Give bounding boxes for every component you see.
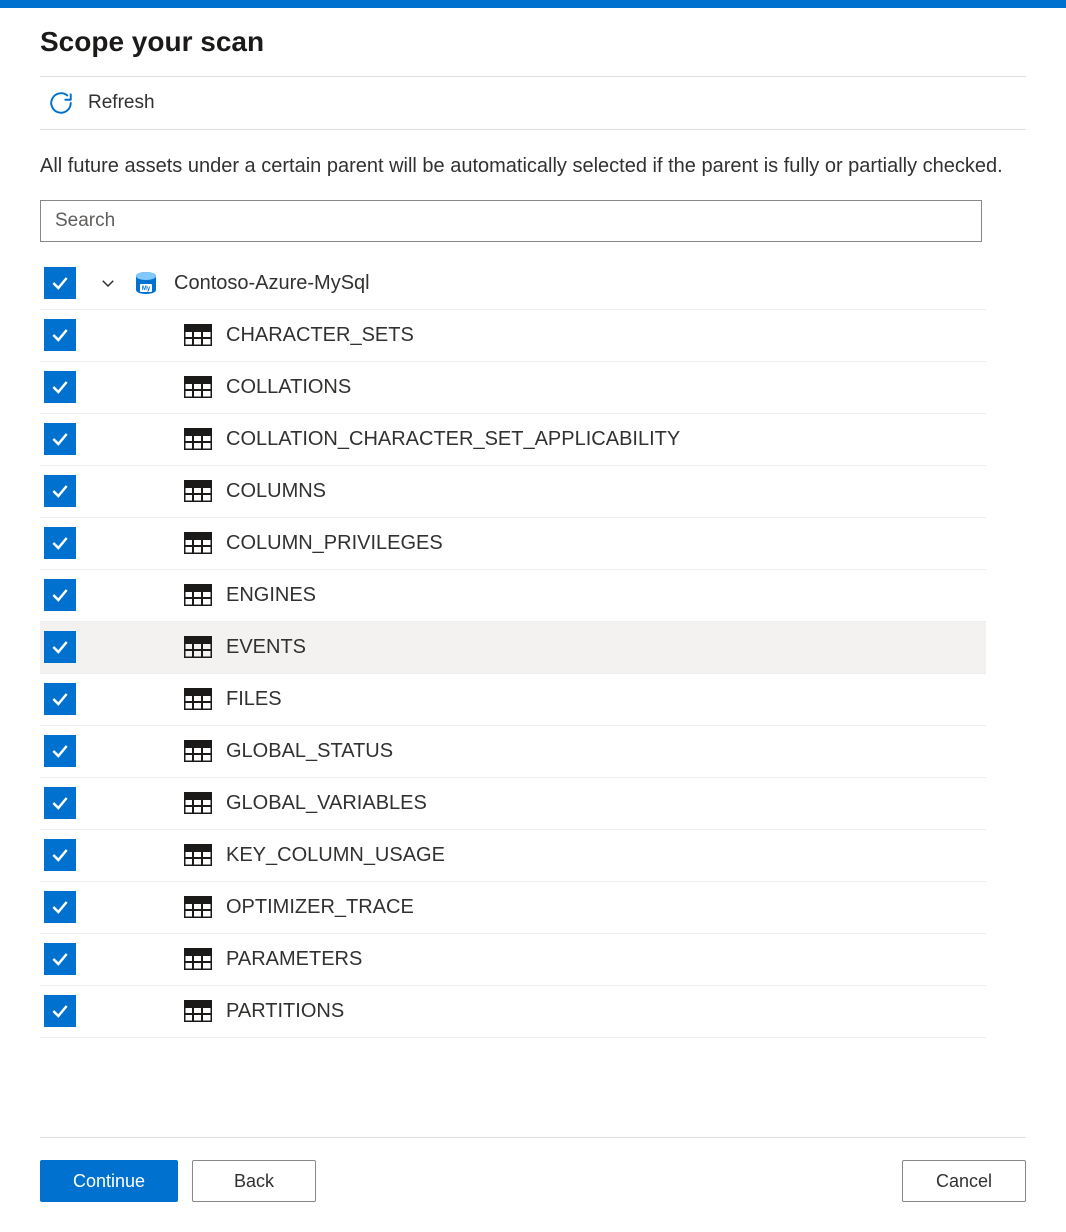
page-title: Scope your scan bbox=[40, 26, 1026, 58]
table-icon bbox=[184, 896, 212, 918]
table-icon bbox=[184, 1000, 212, 1022]
tree-child-row[interactable]: OPTIMIZER_TRACE bbox=[40, 882, 986, 934]
table-icon bbox=[184, 844, 212, 866]
tree-root-row[interactable]: My Contoso-Azure-MySql bbox=[40, 258, 986, 310]
mysql-database-icon: My bbox=[132, 269, 160, 297]
continue-button[interactable]: Continue bbox=[40, 1160, 178, 1202]
tree-item-label: FILES bbox=[226, 688, 282, 711]
table-icon bbox=[184, 324, 212, 346]
tree-child-row[interactable]: GLOBAL_STATUS bbox=[40, 726, 986, 778]
tree-child-row[interactable]: ENGINES bbox=[40, 570, 986, 622]
checkbox[interactable] bbox=[44, 683, 76, 715]
tree-item-label: OPTIMIZER_TRACE bbox=[226, 896, 414, 919]
checkbox[interactable] bbox=[44, 267, 76, 299]
refresh-icon bbox=[48, 90, 74, 116]
checkbox[interactable] bbox=[44, 527, 76, 559]
checkbox[interactable] bbox=[44, 995, 76, 1027]
table-icon bbox=[184, 688, 212, 710]
table-icon bbox=[184, 376, 212, 398]
checkbox[interactable] bbox=[44, 631, 76, 663]
svg-text:My: My bbox=[142, 286, 151, 292]
checkbox[interactable] bbox=[44, 371, 76, 403]
tree-item-label: CHARACTER_SETS bbox=[226, 324, 414, 347]
refresh-button[interactable]: Refresh bbox=[48, 90, 155, 116]
table-icon bbox=[184, 532, 212, 554]
tree-child-row[interactable]: GLOBAL_VARIABLES bbox=[40, 778, 986, 830]
tree-item-label: COLUMNS bbox=[226, 480, 326, 503]
tree-child-row[interactable]: PARTITIONS bbox=[40, 986, 986, 1038]
checkbox[interactable] bbox=[44, 579, 76, 611]
table-icon bbox=[184, 428, 212, 450]
checkbox[interactable] bbox=[44, 735, 76, 767]
tree-child-row[interactable]: FILES bbox=[40, 674, 986, 726]
asset-tree[interactable]: My Contoso-Azure-MySql CHARACTER_SETS COL… bbox=[40, 258, 986, 1131]
checkbox[interactable] bbox=[44, 891, 76, 923]
tree-child-row[interactable]: PARAMETERS bbox=[40, 934, 986, 986]
chevron-down-icon[interactable] bbox=[96, 271, 120, 295]
toolbar: Refresh bbox=[40, 76, 1026, 130]
table-icon bbox=[184, 480, 212, 502]
tree-child-row[interactable]: COLUMNS bbox=[40, 466, 986, 518]
tree-child-row[interactable]: COLLATIONS bbox=[40, 362, 986, 414]
tree-item-label: EVENTS bbox=[226, 636, 306, 659]
table-icon bbox=[184, 636, 212, 658]
tree-item-label: PARTITIONS bbox=[226, 1000, 344, 1023]
tree-child-row[interactable]: EVENTS bbox=[40, 622, 986, 674]
tree-root-label: Contoso-Azure-MySql bbox=[174, 272, 370, 295]
tree-item-label: COLUMN_PRIVILEGES bbox=[226, 532, 443, 555]
tree-item-label: COLLATION_CHARACTER_SET_APPLICABILITY bbox=[226, 428, 680, 451]
refresh-label: Refresh bbox=[88, 92, 155, 114]
tree-item-label: GLOBAL_STATUS bbox=[226, 740, 393, 763]
search-input[interactable] bbox=[40, 200, 982, 242]
tree-child-row[interactable]: CHARACTER_SETS bbox=[40, 310, 986, 362]
tree-child-row[interactable]: COLUMN_PRIVILEGES bbox=[40, 518, 986, 570]
cancel-button[interactable]: Cancel bbox=[902, 1160, 1026, 1202]
tree-item-label: KEY_COLUMN_USAGE bbox=[226, 844, 445, 867]
table-icon bbox=[184, 792, 212, 814]
tree-child-row[interactable]: KEY_COLUMN_USAGE bbox=[40, 830, 986, 882]
checkbox[interactable] bbox=[44, 423, 76, 455]
checkbox[interactable] bbox=[44, 319, 76, 351]
tree-item-label: COLLATIONS bbox=[226, 376, 351, 399]
tree-item-label: ENGINES bbox=[226, 584, 316, 607]
table-icon bbox=[184, 740, 212, 762]
tree-item-label: GLOBAL_VARIABLES bbox=[226, 792, 427, 815]
tree-child-row[interactable]: COLLATION_CHARACTER_SET_APPLICABILITY bbox=[40, 414, 986, 466]
checkbox[interactable] bbox=[44, 943, 76, 975]
table-icon bbox=[184, 948, 212, 970]
table-icon bbox=[184, 584, 212, 606]
tree-item-label: PARAMETERS bbox=[226, 948, 362, 971]
description-text: All future assets under a certain parent… bbox=[40, 152, 1026, 182]
checkbox[interactable] bbox=[44, 839, 76, 871]
checkbox[interactable] bbox=[44, 475, 76, 507]
back-button[interactable]: Back bbox=[192, 1160, 316, 1202]
footer: Continue Back Cancel bbox=[40, 1137, 1026, 1228]
checkbox[interactable] bbox=[44, 787, 76, 819]
